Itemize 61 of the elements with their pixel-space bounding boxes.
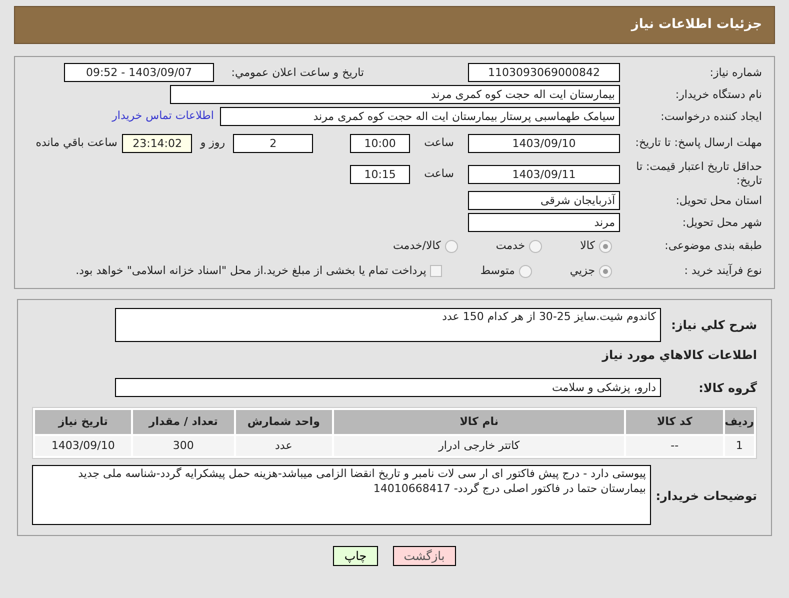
text-field[interactable]: دارو، پزشکی و سلامت [115, 378, 661, 397]
description-textarea[interactable]: کاندوم شیت.سایز 25-30 از هر کدام 150 عدد [115, 308, 661, 342]
field-label: حداقل تاریخ اعتبار قیمت: تا تاریخ: [635, 160, 762, 188]
time-label: ساعت [424, 134, 454, 151]
column-header: ردیف [724, 410, 754, 434]
field-label: شماره نیاز: [708, 66, 762, 80]
field-label: توضیحات خریدار: [657, 488, 757, 505]
radio-label: کالا/خدمت [393, 238, 441, 254]
field-label: شرح کلي نیاز: [670, 317, 757, 334]
column-header: تاریخ نیاز [35, 410, 132, 434]
radio-label: جزیي [570, 262, 595, 279]
table-cell: 1403/09/10 [35, 436, 132, 456]
table-cell: -- [626, 436, 723, 456]
radio-button[interactable] [599, 240, 612, 252]
checkbox[interactable] [430, 265, 442, 277]
field-label: طبقه بندی موضوعی: [664, 239, 762, 253]
column-header: کد کالا [626, 410, 723, 434]
text-field[interactable]: 1403/09/10 [468, 134, 620, 152]
text-field[interactable]: مرند [468, 213, 620, 232]
radio-button[interactable] [529, 240, 542, 252]
text-field[interactable]: 1403/09/11 [468, 164, 620, 184]
countdown-field[interactable]: 23:14:02 [122, 134, 192, 152]
radio-button[interactable] [444, 240, 458, 252]
field-label: تاریخ و ساعت اعلان عمومي: [230, 66, 364, 80]
field-label: نوع فرآیند خرید : [683, 264, 762, 278]
back-button[interactable]: بازگشت [392, 546, 456, 566]
radio-label: کالا [580, 238, 595, 254]
field-label: مهلت ارسال پاسخ: تا تاریخ: [634, 136, 762, 150]
contact-link[interactable]: اطلاعات تماس خریدار [112, 108, 214, 125]
column-header: نام کالا [334, 410, 624, 434]
remaining-label: ساعت باقي مانده [36, 134, 118, 151]
text-field[interactable]: 2 [233, 134, 314, 152]
table-cell: عدد [236, 436, 332, 456]
text-field[interactable]: 10:00 [350, 134, 410, 152]
table-cell: 1 [724, 436, 754, 456]
radio-button[interactable] [599, 264, 612, 278]
text-field[interactable]: بیمارستان ایت اله حجت کوه کمری مرند [170, 85, 620, 104]
column-header: تعداد / مقدار [133, 410, 234, 434]
column-header: واحد شمارش [236, 410, 332, 434]
print-button[interactable]: چاپ [333, 546, 378, 566]
text-field[interactable]: آذربایجان شرقی [468, 191, 620, 210]
time-label: ساعت [424, 166, 454, 182]
header-bar: جزئیات اطلاعات نیاز [14, 6, 775, 44]
section-heading: اطلاعات کالاهاي مورد نیاز [600, 347, 757, 364]
notes-textarea[interactable]: پیوستی دارد - درج پیش فاکتور ای ار سی لات نامبر و تاریخ انقضا الزامی میباشد-هزینه حمل پیشکرایه گردد-شناسه ملی جدید بیمارستان حتما در فاکتور اصلی درج گردد- 14010668417 [32, 465, 651, 525]
text-field[interactable]: سیامک طهماسبی پرستار بیمارستان ایت اله حجت کوه کمری مرند [220, 107, 620, 126]
field-label: ایجاد کننده درخواست: [660, 110, 762, 124]
field-label: نام دستگاه خریدار: [674, 88, 762, 102]
table-cell: کاتتر خارجی ادرار [334, 436, 624, 456]
field-label: شهر محل تحویل: [681, 216, 762, 230]
text-field[interactable]: 1103093069000842 [468, 63, 620, 82]
field-label: استان محل تحویل: [674, 194, 762, 208]
radio-button[interactable] [518, 264, 532, 278]
field-label: گروه کالا: [698, 380, 757, 396]
checkbox-label: پرداخت تمام یا بخشی از مبلغ خرید.از محل "اسناد خزانه اسلامی" خواهد بود. [76, 262, 426, 279]
table-cell: 300 [133, 436, 234, 456]
text-field[interactable]: 10:15 [350, 164, 410, 184]
radio-label: متوسط [480, 262, 515, 279]
text-field[interactable]: 1403/09/07 - 09:52 [64, 63, 214, 82]
days-label: روز و [200, 134, 226, 151]
radio-label: خدمت [496, 238, 526, 254]
